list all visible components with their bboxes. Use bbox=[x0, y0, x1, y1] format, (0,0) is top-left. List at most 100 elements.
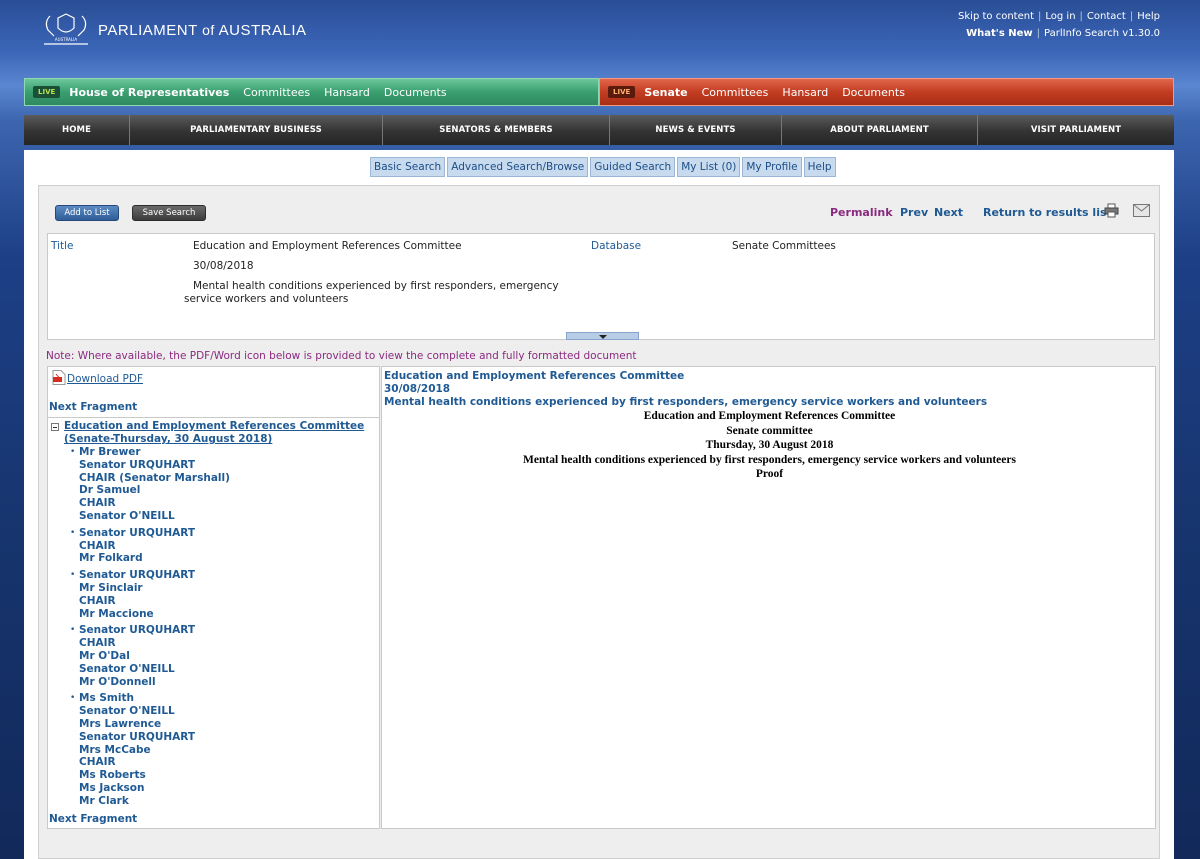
speaker-group: Senator URQUHARTCHAIRMr O'DalSenator O'N… bbox=[67, 624, 230, 688]
utility-links: Skip to content | Log in | Contact | Help What… bbox=[958, 11, 1160, 39]
speaker-link[interactable]: Senator URQUHART bbox=[79, 569, 230, 582]
return-to-results-link[interactable]: Return to results list bbox=[983, 206, 1112, 219]
house-link[interactable]: House of Representatives bbox=[69, 86, 229, 99]
doc-body-status: Proof bbox=[755, 468, 784, 480]
pdf-icon[interactable] bbox=[52, 370, 66, 385]
main-nav: HOME PARLIAMENTARY BUSINESS SENATORS & M… bbox=[24, 115, 1174, 145]
speaker-link[interactable]: CHAIR bbox=[79, 540, 230, 553]
nav-visit-parliament[interactable]: VISIT PARLIAMENT bbox=[978, 115, 1174, 145]
speaker-link[interactable]: CHAIR bbox=[79, 756, 230, 769]
pdf-note: Note: Where available, the PDF/Word icon… bbox=[46, 350, 637, 362]
speaker-link[interactable]: CHAIR bbox=[79, 595, 230, 608]
save-search-button[interactable]: Save Search bbox=[132, 205, 206, 221]
search-tabs: Basic Search Advanced Search/Browse Guid… bbox=[370, 157, 838, 177]
log-in-link[interactable]: Log in bbox=[1045, 11, 1075, 22]
speaker-link[interactable]: CHAIR bbox=[79, 497, 230, 510]
house-live-badge[interactable]: LIVE bbox=[33, 86, 61, 98]
speaker-link[interactable]: Mr Brewer bbox=[79, 446, 230, 459]
speaker-link[interactable]: Mr Folkard bbox=[79, 552, 230, 565]
version-link[interactable]: ParlInfo Search v1.30.0 bbox=[1044, 28, 1160, 39]
chamber-bar: LIVE House of Representatives Committees… bbox=[24, 78, 1174, 106]
speaker-link[interactable]: Senator O'NEILL bbox=[79, 705, 230, 718]
download-pdf-row[interactable]: Download PDF bbox=[52, 370, 143, 385]
speaker-link[interactable]: Senator URQUHART bbox=[79, 527, 230, 540]
help-link[interactable]: Help bbox=[1137, 11, 1160, 22]
doc-body-date: Thursday, 30 August 2018 bbox=[705, 439, 834, 451]
speaker-link[interactable]: Ms Jackson bbox=[79, 782, 230, 795]
add-to-list-button[interactable]: Add to List bbox=[55, 205, 119, 221]
tab-help[interactable]: Help bbox=[803, 157, 836, 177]
tab-my-list[interactable]: My List (0) bbox=[677, 157, 741, 177]
senate-hansard-link[interactable]: Hansard bbox=[782, 86, 828, 99]
speaker-link[interactable]: Mr Clark bbox=[79, 795, 230, 808]
prev-link[interactable]: Prev bbox=[900, 206, 928, 219]
speaker-group: Senator URQUHARTMr SinclairCHAIRMr Macci… bbox=[67, 569, 230, 620]
nav-parliamentary-business[interactable]: PARLIAMENTARY BUSINESS bbox=[130, 115, 383, 145]
next-link[interactable]: Next bbox=[934, 206, 963, 219]
senate-link[interactable]: Senate bbox=[644, 86, 687, 99]
tab-my-profile[interactable]: My Profile bbox=[742, 157, 802, 177]
nav-home[interactable]: HOME bbox=[24, 115, 130, 145]
senate-committees-link[interactable]: Committees bbox=[702, 86, 769, 99]
tab-advanced-search[interactable]: Advanced Search/Browse bbox=[447, 157, 589, 177]
whats-new-link[interactable]: What's New bbox=[966, 28, 1033, 39]
tree-root-link[interactable]: Education and Employment References Comm… bbox=[64, 420, 364, 446]
next-fragment-link-bottom[interactable]: Next Fragment bbox=[49, 813, 137, 825]
tab-guided-search[interactable]: Guided Search bbox=[590, 157, 676, 177]
speaker-link[interactable]: Senator O'NEILL bbox=[79, 663, 230, 676]
speaker-link[interactable]: CHAIR bbox=[79, 637, 230, 650]
speaker-link[interactable]: Senator URQUHART bbox=[79, 731, 230, 744]
title-label: Title bbox=[51, 240, 74, 252]
senate-documents-link[interactable]: Documents bbox=[842, 86, 905, 99]
speaker-link[interactable]: Ms Smith bbox=[79, 692, 230, 705]
speaker-link[interactable]: Dr Samuel bbox=[79, 484, 230, 497]
document-body: Education and Employment References Comm… bbox=[382, 409, 1157, 482]
skip-to-content-link[interactable]: Skip to content bbox=[958, 11, 1034, 22]
doc-body-type: Senate committee bbox=[726, 424, 813, 437]
contact-link[interactable]: Contact bbox=[1087, 11, 1126, 22]
speaker-groups: Mr BrewerSenator URQUHARTCHAIR (Senator … bbox=[67, 446, 230, 812]
doc-head-date: 30/08/2018 bbox=[384, 383, 451, 395]
next-fragment-link-top[interactable]: Next Fragment bbox=[49, 401, 137, 413]
expand-metadata-toggle[interactable] bbox=[566, 332, 639, 340]
download-pdf-link[interactable]: Download PDF bbox=[67, 373, 143, 385]
permalink-link[interactable]: Permalink bbox=[830, 206, 893, 219]
title-value: Education and Employment References Comm… bbox=[193, 240, 462, 252]
nav-news-events[interactable]: NEWS & EVENTS bbox=[610, 115, 782, 145]
speaker-link[interactable]: Mr Maccione bbox=[79, 608, 230, 621]
speaker-link[interactable]: Mr O'Donnell bbox=[79, 676, 230, 689]
senate-live-badge[interactable]: LIVE bbox=[608, 86, 636, 98]
collapse-icon[interactable] bbox=[51, 423, 59, 431]
fragment-navigator: Download PDF Next Fragment Education and… bbox=[47, 366, 380, 829]
speaker-group: Ms SmithSenator O'NEILLMrs LawrenceSenat… bbox=[67, 692, 230, 807]
print-icon[interactable] bbox=[1104, 203, 1119, 218]
database-label: Database bbox=[591, 240, 642, 252]
document-header: Education and Employment References Comm… bbox=[384, 370, 987, 409]
speaker-link[interactable]: Senator URQUHART bbox=[79, 459, 230, 472]
result-panel: Add to List Save Search Permalink Prev N… bbox=[38, 185, 1160, 859]
document-viewer: Education and Employment References Comm… bbox=[381, 366, 1156, 829]
doc-body-title: Mental health conditions experienced by … bbox=[523, 453, 1016, 466]
speaker-link[interactable]: Ms Roberts bbox=[79, 769, 230, 782]
speaker-group: Senator URQUHARTCHAIRMr Folkard bbox=[67, 527, 230, 565]
nav-senators-members[interactable]: SENATORS & MEMBERS bbox=[383, 115, 610, 145]
house-documents-link[interactable]: Documents bbox=[384, 86, 447, 99]
site-title: PARLIAMENT of AUSTRALIA bbox=[98, 21, 307, 39]
nav-about-parliament[interactable]: ABOUT PARLIAMENT bbox=[782, 115, 978, 145]
email-icon[interactable] bbox=[1133, 204, 1150, 217]
speaker-link[interactable]: Senator URQUHART bbox=[79, 624, 230, 637]
speaker-link[interactable]: Mr O'Dal bbox=[79, 650, 230, 663]
house-committees-link[interactable]: Committees bbox=[243, 86, 310, 99]
house-hansard-link[interactable]: Hansard bbox=[324, 86, 370, 99]
speaker-link[interactable]: Mrs Lawrence bbox=[79, 718, 230, 731]
tab-basic-search[interactable]: Basic Search bbox=[370, 157, 446, 177]
parliament-logo[interactable]: AUSTRALIA PARLIAMENT of AUSTRALIA bbox=[38, 10, 307, 50]
speaker-link[interactable]: Mrs McCabe bbox=[79, 744, 230, 757]
coat-of-arms-icon: AUSTRALIA bbox=[44, 13, 88, 45]
speaker-link[interactable]: CHAIR (Senator Marshall) bbox=[79, 472, 230, 485]
doc-body-committee: Education and Employment References Comm… bbox=[643, 410, 896, 422]
doc-head-committee: Education and Employment References Comm… bbox=[384, 370, 685, 382]
doc-head-title: Mental health conditions experienced by … bbox=[384, 396, 988, 408]
speaker-link[interactable]: Senator O'NEILL bbox=[79, 510, 230, 523]
speaker-link[interactable]: Mr Sinclair bbox=[79, 582, 230, 595]
